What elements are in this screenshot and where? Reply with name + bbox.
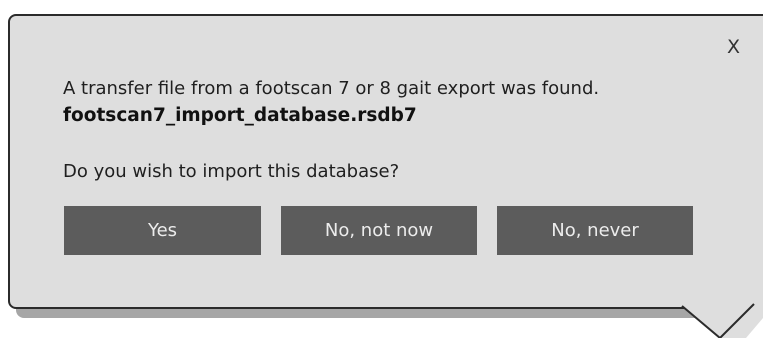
close-icon[interactable]: X (727, 38, 740, 57)
transfer-file-message: A transfer file from a footscan 7 or 8 g… (63, 78, 600, 99)
no-never-button[interactable]: No, never (497, 206, 693, 255)
import-callout-stage: X A transfer file from a footscan 7 or 8… (0, 0, 763, 338)
import-question: Do you wish to import this database? (63, 161, 400, 182)
yes-button[interactable]: Yes (64, 206, 261, 255)
no-not-now-button[interactable]: No, not now (281, 206, 477, 255)
database-file-name: footscan7_import_database.rsdb7 (63, 105, 417, 126)
